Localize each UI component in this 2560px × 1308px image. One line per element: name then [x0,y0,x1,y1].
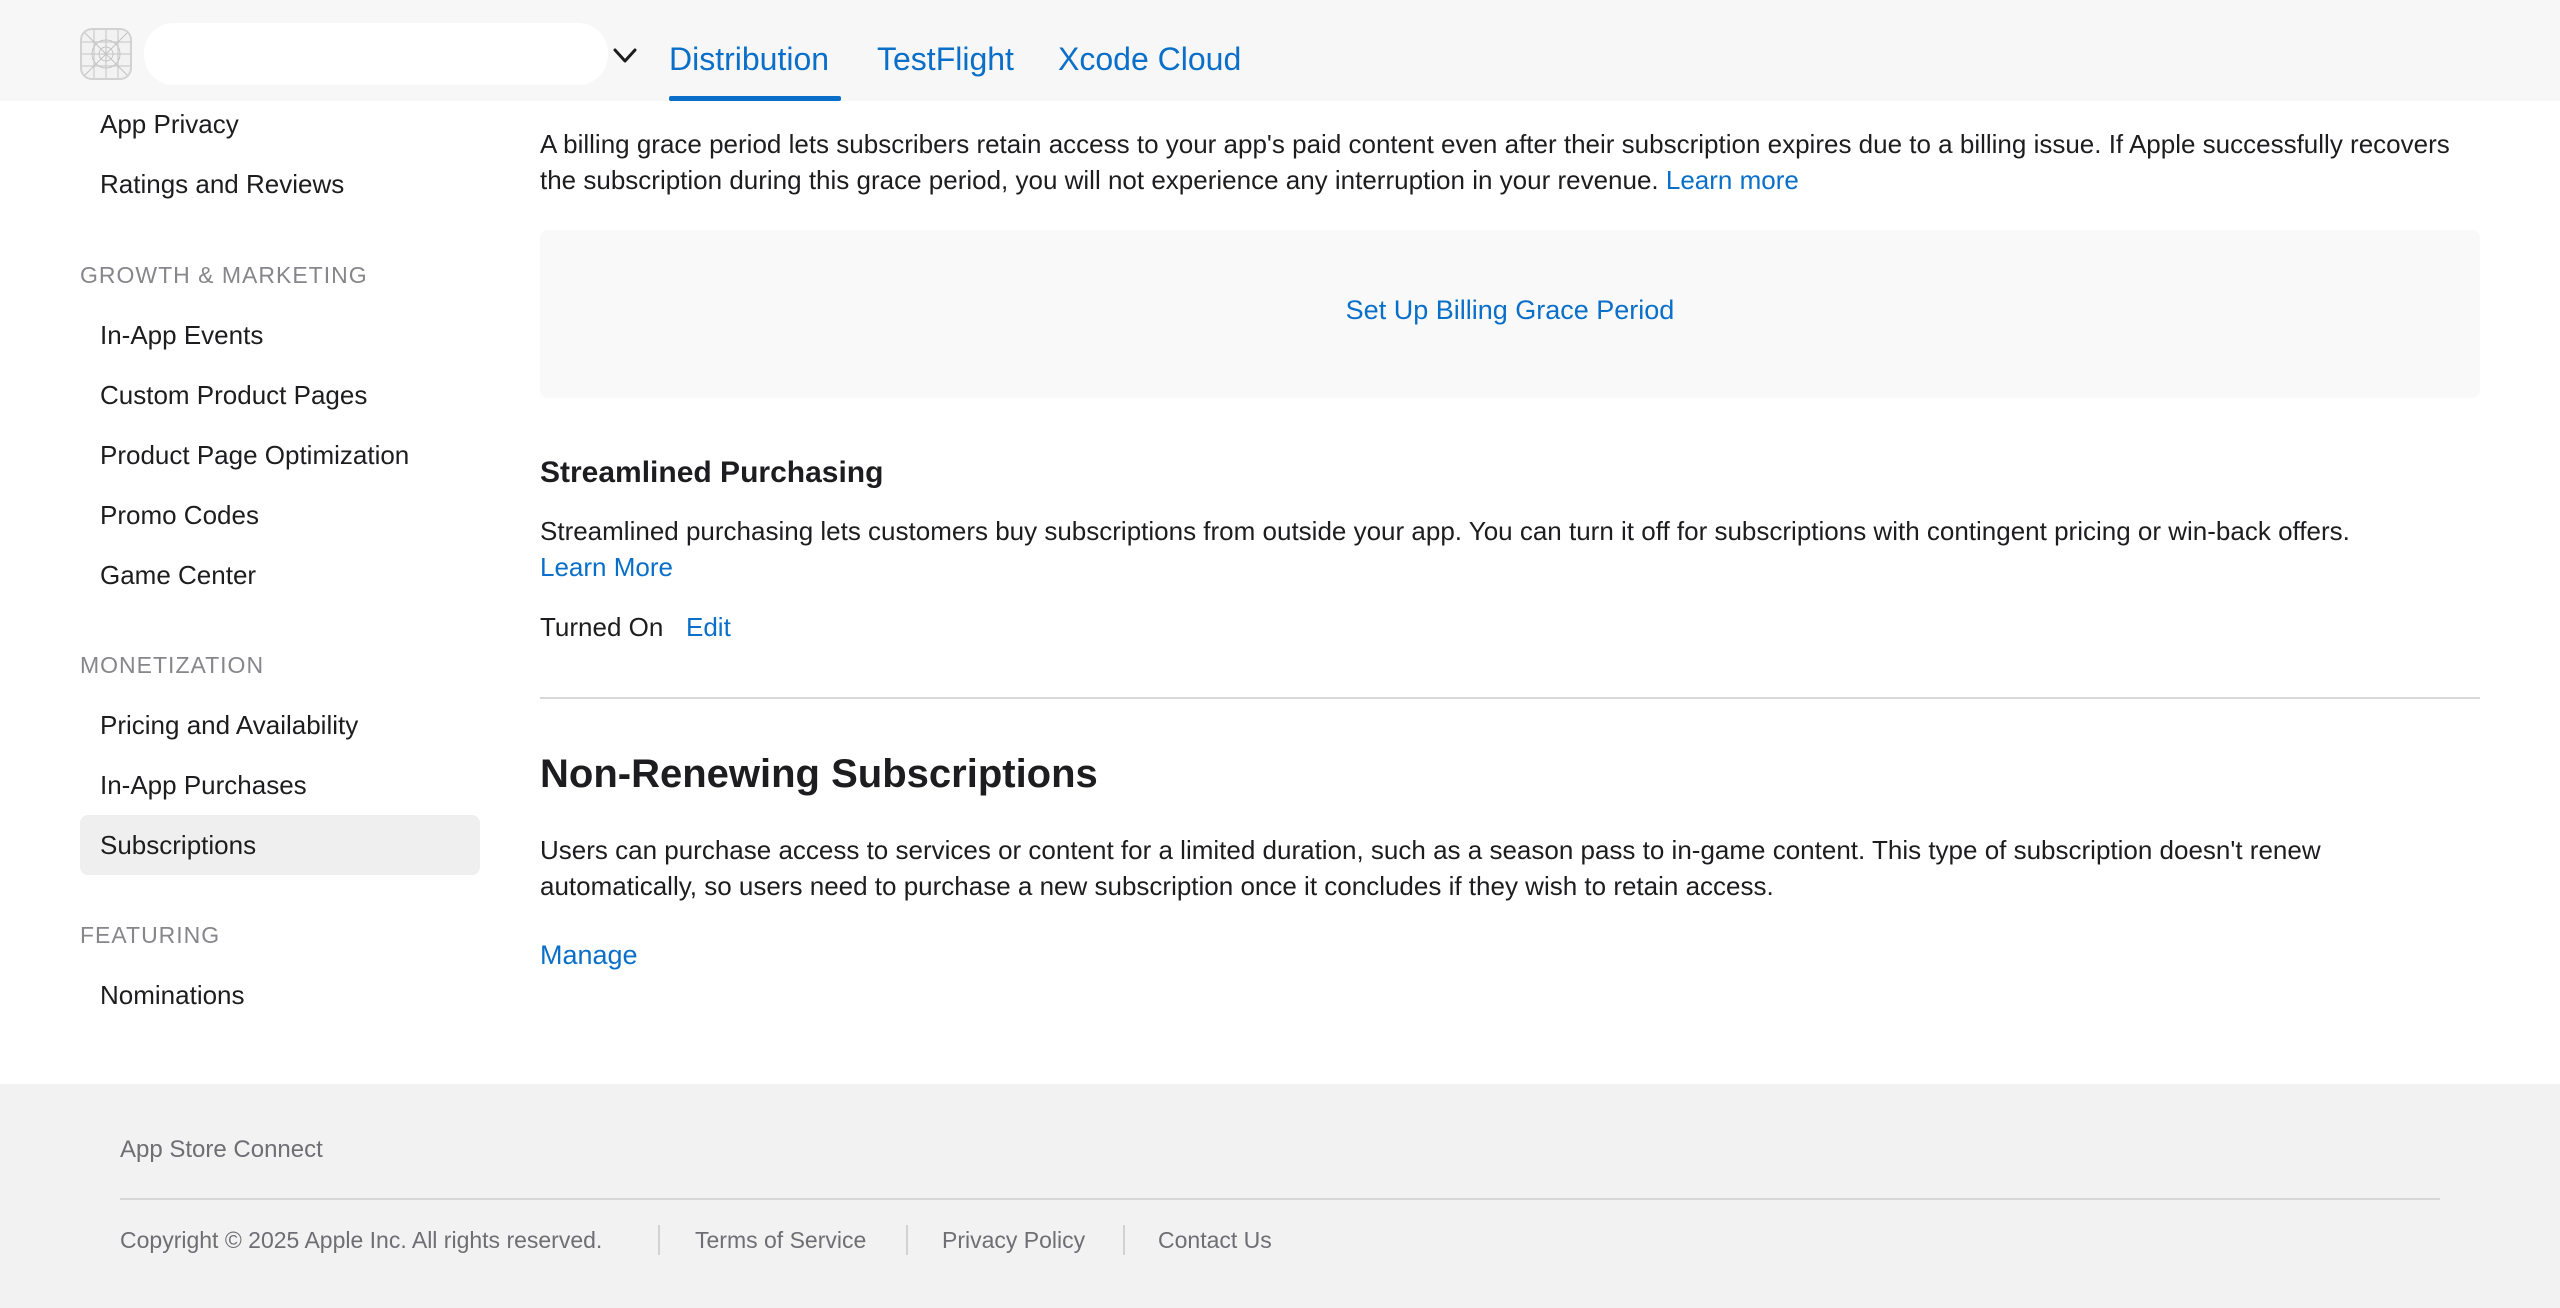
app-selector[interactable] [144,23,608,85]
sidebar-item-in-app-purchases[interactable]: In-App Purchases [100,768,307,802]
sidebar-item-game-center[interactable]: Game Center [100,558,256,592]
sidebar-item-pricing-and-availability[interactable]: Pricing and Availability [100,708,358,742]
footer-link-terms-of-service[interactable]: Terms of Service [695,1225,866,1255]
streamlined-description-text: Streamlined purchasing lets customers bu… [540,516,2350,546]
sidebar-item-ratings-and-reviews[interactable]: Ratings and Reviews [100,167,344,201]
tab-testflight[interactable]: TestFlight [877,38,1014,80]
footer-separator [1123,1225,1125,1255]
tab-distribution[interactable]: Distribution [669,38,829,80]
footer-copyright: Copyright © 2025 Apple Inc. All rights r… [120,1227,603,1253]
footer: App Store Connect Copyright © 2025 Apple… [0,1084,2560,1308]
sidebar-heading-featuring: FEATURING [80,922,221,948]
billing-grace-setup-panel: Set Up Billing Grace Period [540,230,2480,398]
footer-separator [658,1225,660,1255]
non-renewing-description: Users can purchase access to services or… [540,835,2321,901]
streamlined-learn-more-link[interactable]: Learn More [540,552,673,582]
app-icon-placeholder-grid-icon [82,30,130,78]
footer-separator [906,1225,908,1255]
sidebar-item-subscriptions[interactable]: Subscriptions [100,828,256,862]
footer-divider [120,1198,2440,1200]
non-renewing-subscriptions-title: Non-Renewing Subscriptions [540,752,1098,796]
sidebar-item-app-privacy[interactable]: App Privacy [100,107,239,141]
app-icon[interactable] [80,28,132,80]
streamlined-purchasing-description: Streamlined purchasing lets customers bu… [540,513,2480,585]
section-divider [540,697,2480,699]
sidebar-heading-growth-marketing: GROWTH & MARKETING [80,262,368,288]
set-up-billing-grace-period-button[interactable]: Set Up Billing Grace Period [540,292,2480,328]
chevron-down-icon[interactable] [610,44,640,68]
streamlined-edit-link[interactable]: Edit [686,609,731,645]
footer-link-privacy-policy[interactable]: Privacy Policy [942,1225,1085,1255]
tab-xcode-cloud[interactable]: Xcode Cloud [1058,38,1241,80]
billing-grace-description: A billing grace period lets subscribers … [540,126,2480,198]
billing-grace-description-text: A billing grace period lets subscribers … [540,129,2450,195]
sidebar-item-promo-codes[interactable]: Promo Codes [100,498,259,532]
footer-brand: App Store Connect [120,1136,323,1163]
sidebar-item-in-app-events[interactable]: In-App Events [100,318,263,352]
sidebar-heading-monetization: MONETIZATION [80,652,265,678]
top-navigation-bar: Distribution TestFlight Xcode Cloud [0,0,2560,101]
manage-non-renewing-link[interactable]: Manage [540,937,638,973]
footer-link-contact-us[interactable]: Contact Us [1158,1225,1272,1255]
sidebar-item-nominations[interactable]: Nominations [100,978,245,1012]
sidebar-item-custom-product-pages[interactable]: Custom Product Pages [100,378,367,412]
billing-grace-learn-more-link[interactable]: Learn more [1666,165,1799,195]
streamlined-status: Turned On [540,612,664,642]
active-tab-indicator [669,96,841,101]
streamlined-purchasing-title: Streamlined Purchasing [540,456,884,489]
sidebar-item-product-page-optimization[interactable]: Product Page Optimization [100,438,409,472]
